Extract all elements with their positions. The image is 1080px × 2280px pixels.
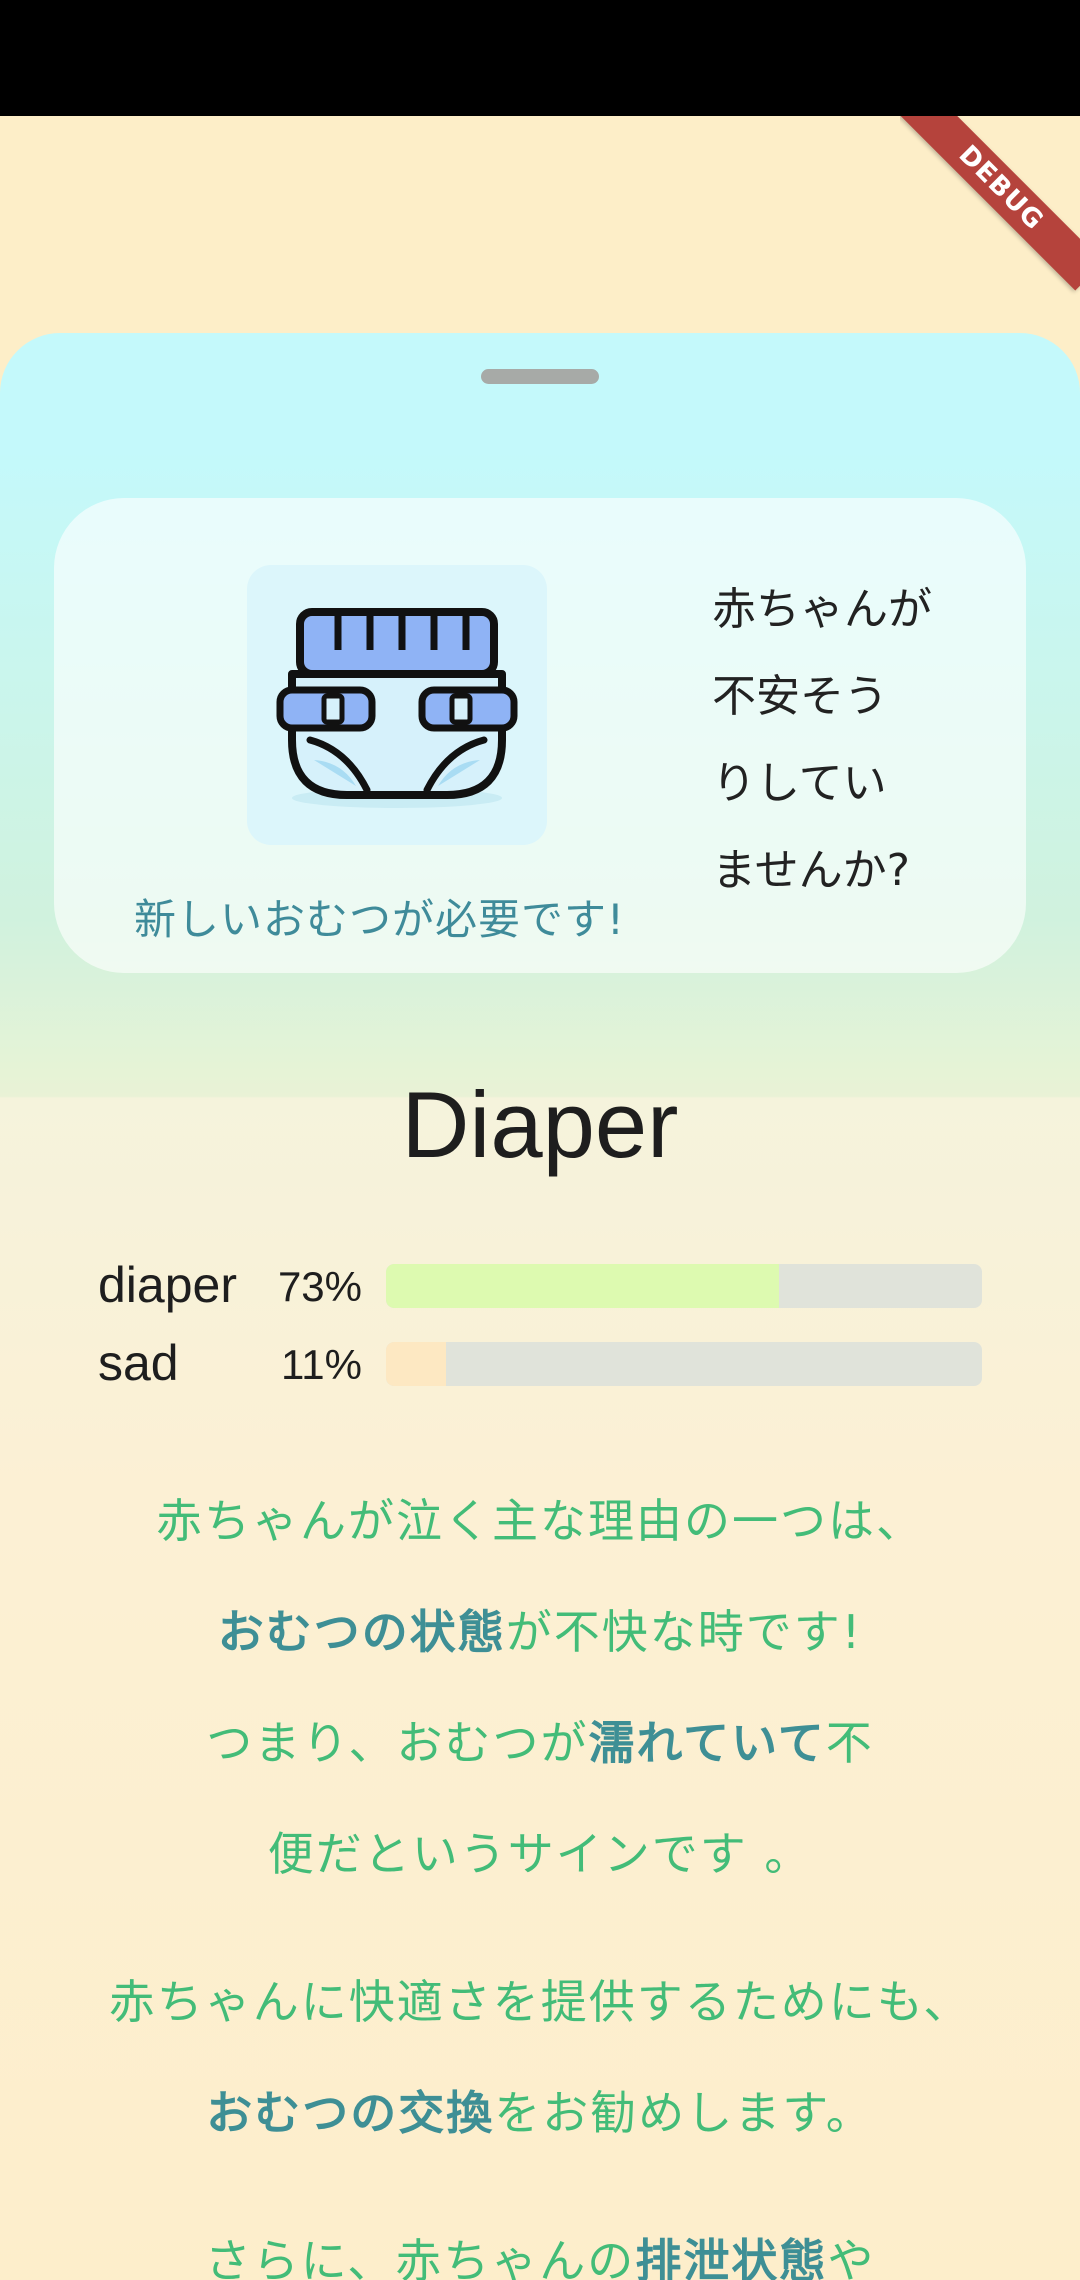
stat-label: sad <box>98 1335 179 1391</box>
stat-percent: 73% <box>277 1263 362 1310</box>
highlight-text: おむつの状態 <box>217 1605 506 1659</box>
description-line: さらに、赤ちゃんの排泄状態や <box>0 2206 1080 2280</box>
stat-progress-track <box>386 1342 982 1386</box>
description-line: おむつの交換をお勧めします。 <box>206 2086 874 2140</box>
status-bar <box>0 0 1080 116</box>
description-line: おむつの状態が不快な時です! <box>217 1605 863 1659</box>
description-line: つまり、おむつが濡れていて不 <box>206 1716 874 1770</box>
debug-banner-label: DEBUG <box>900 116 1080 291</box>
description-paragraph: 赤ちゃんが泣く主な理由の一つは、 おむつの状態が不快な時です! つまり、おむつが… <box>0 1466 1080 1910</box>
sheet-drag-handle[interactable] <box>481 369 599 384</box>
description-line: 赤ちゃんに快適さを提供するためにも、 <box>108 1975 972 2029</box>
description-text-3: さらに、赤ちゃんの排泄状態や <box>0 2206 1080 2280</box>
card-question-line: 不安そう <box>712 671 888 722</box>
description-line: 赤ちゃんが泣く主な理由の一つは、 <box>156 1494 924 1548</box>
stat-row-diaper: diaper 73% <box>0 1260 1080 1310</box>
highlight-text: 濡れていて <box>588 1716 826 1770</box>
page-title: Diaper <box>401 1072 679 1177</box>
description-paragraph: 赤ちゃんに快適さを提供するためにも、 おむつの交換をお勧めします。 <box>0 1947 1080 2169</box>
stat-progress-fill <box>386 1264 780 1308</box>
card-caption: 新しいおむつが必要です! <box>134 895 625 944</box>
description-text: 赤ちゃんが泣く主な理由の一つは、 おむつの状態が不快な時です! つまり、おむつが… <box>0 1466 1080 1910</box>
card-question-line: 赤ちゃんが <box>712 584 932 635</box>
description-text-2: 赤ちゃんに快適さを提供するためにも、 おむつの交換をお勧めします。 <box>0 1947 1080 2169</box>
diaper-icon-tile <box>247 565 547 845</box>
bottom-sheet[interactable]: 新しいおむつが必要です! 赤ちゃんが 不安そう りしてい ませんか? Diape… <box>0 333 1080 2280</box>
card-question-line: ませんか? <box>712 845 911 896</box>
card-question: 赤ちゃんが 不安そう りしてい ませんか? <box>712 566 972 914</box>
description-line: 便だというサインです 。 <box>267 1827 813 1881</box>
card-question-line: りしてい <box>712 758 887 809</box>
highlight-text: おむつの交換 <box>206 2086 495 2140</box>
stat-percent: 11% <box>281 1341 362 1388</box>
diaper-icon <box>276 608 518 808</box>
stat-progress-track <box>386 1264 982 1308</box>
stat-row-sad: sad 11% <box>0 1338 1080 1388</box>
stat-progress-fill <box>386 1342 446 1386</box>
debug-banner: DEBUG <box>900 116 1080 296</box>
highlight-text: 排泄状態 <box>635 2234 828 2280</box>
stat-label: diaper <box>98 1257 237 1313</box>
description-paragraph: さらに、赤ちゃんの排泄状態や <box>0 2206 1080 2280</box>
info-card: 新しいおむつが必要です! 赤ちゃんが 不安そう りしてい ませんか? <box>54 498 1026 973</box>
